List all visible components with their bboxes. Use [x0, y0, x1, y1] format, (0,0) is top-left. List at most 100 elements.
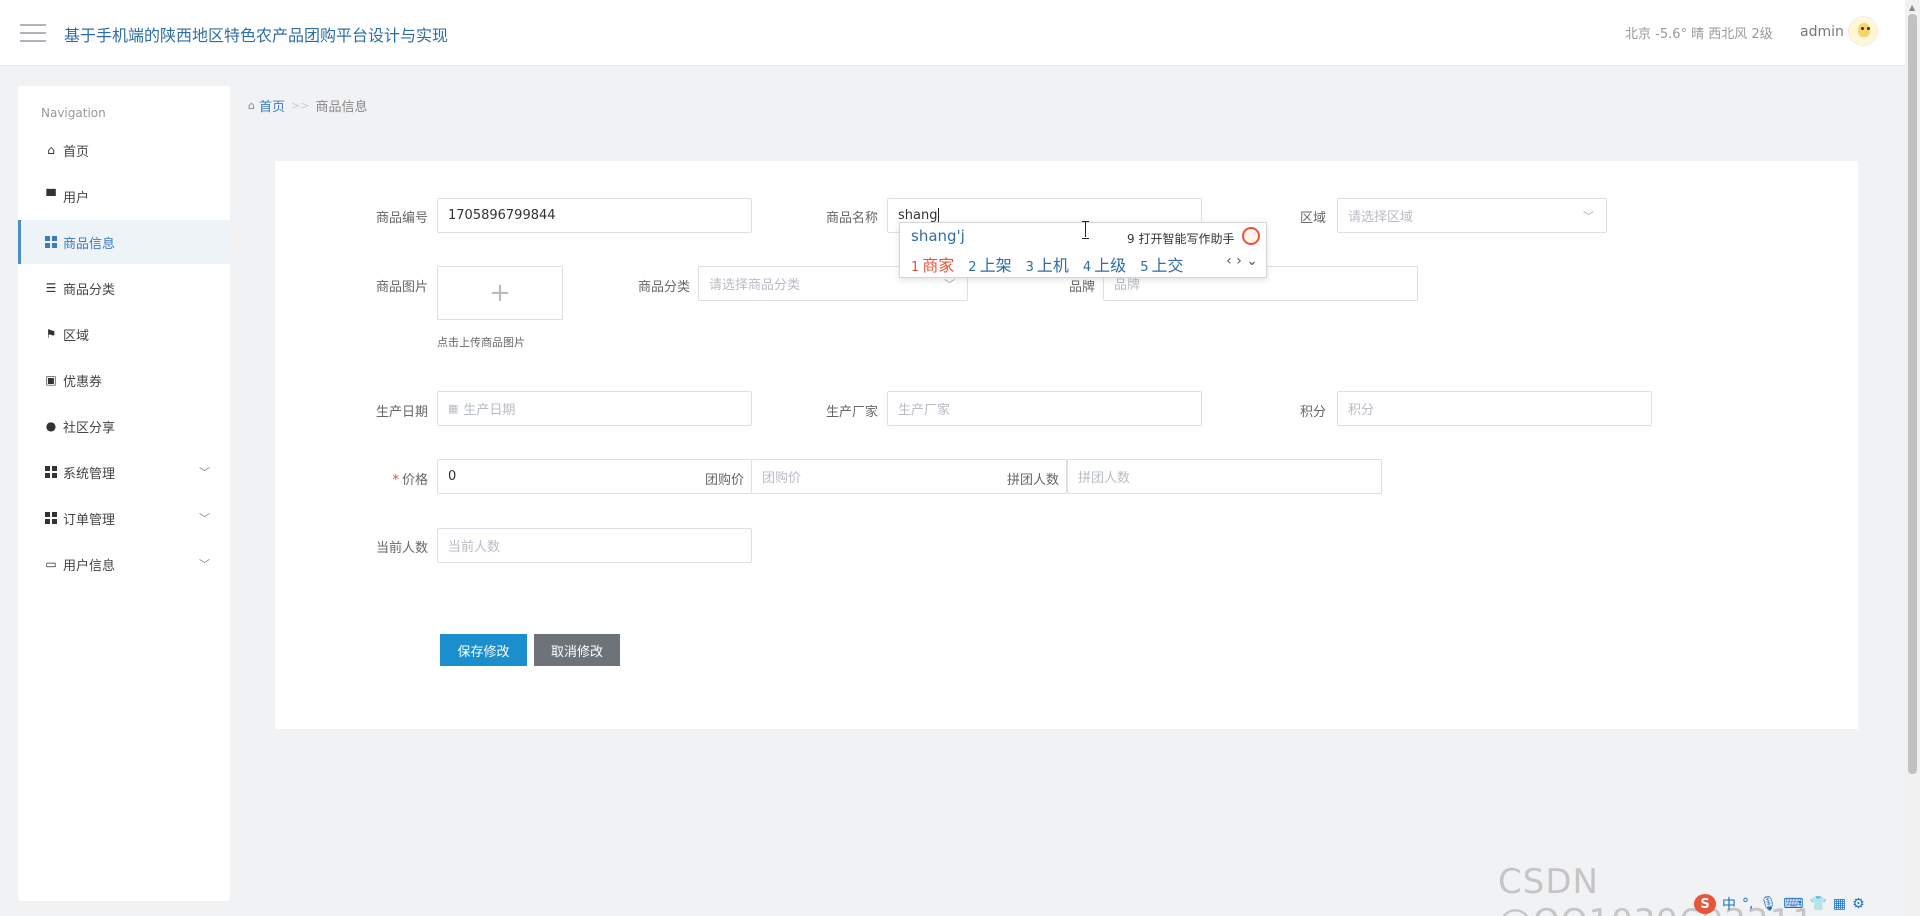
top-header: 基于手机端的陕西地区特色农产品团购平台设计与实现 北京 -5.6° 晴 西北风 … — [0, 0, 1905, 66]
scrollbar-thumb[interactable] — [1908, 14, 1917, 774]
required-mark: * — [392, 473, 399, 488]
breadcrumb-home[interactable]: 首页 — [259, 96, 285, 115]
brand-label: 品牌 — [1068, 280, 1095, 295]
ime-mode-indicator[interactable]: 中 — [1722, 894, 1736, 914]
ime-candidate[interactable]: 4 上级 — [1083, 252, 1126, 276]
sidebar-item-coupons[interactable]: ▣ 优惠券 — [18, 358, 230, 402]
calendar-icon: ▦ — [448, 402, 459, 415]
production-date-label: 生产日期 — [375, 405, 428, 420]
group-size-input[interactable]: 拼团人数 — [1067, 459, 1382, 494]
ime-candidate[interactable]: 1 商家 — [911, 252, 954, 276]
ime-assist-link[interactable]: 9 打开智能写作助手 — [1127, 230, 1234, 247]
text-cursor-icon — [1082, 221, 1090, 239]
location-icon: ● — [45, 419, 57, 433]
ime-candidate[interactable]: 3 上机 — [1026, 252, 1069, 276]
sidebar-item-label: 优惠券 — [63, 374, 103, 390]
group-size-label: 拼团人数 — [1006, 473, 1059, 488]
text-caret — [938, 208, 940, 223]
sidebar-item-label: 订单管理 — [63, 512, 116, 528]
grid-icon — [44, 235, 58, 249]
sidebar-item-community[interactable]: ● 社区分享 — [18, 404, 230, 448]
region-label: 区域 — [1299, 211, 1326, 226]
user-icon: ▀ — [46, 189, 56, 203]
production-date-picker[interactable]: ▦ 生产日期 — [437, 391, 752, 426]
grid-icon[interactable]: ▦ — [1833, 896, 1846, 912]
sidebar-item-users[interactable]: ▀ 用户 — [18, 174, 230, 218]
home-icon: ⌂ — [248, 99, 255, 112]
sidebar-item-userinfo[interactable]: ▭ 用户信息 ﹀ — [18, 542, 230, 586]
scroll-up-icon[interactable]: ▲ — [1909, 3, 1915, 12]
points-input[interactable]: 积分 — [1337, 391, 1652, 426]
current-count-label: 当前人数 — [375, 541, 428, 556]
product-code-label: 商品编号 — [375, 211, 428, 226]
save-button[interactable]: 保存修改 — [440, 634, 527, 666]
group-price-label: 团购价 — [704, 473, 744, 488]
region-select[interactable]: 请选择区域 ﹀ — [1337, 198, 1607, 233]
plus-icon: + — [489, 278, 511, 308]
keyboard-icon[interactable]: ⌨ — [1783, 896, 1803, 912]
price-label-text: 价格 — [401, 473, 428, 488]
ime-next-page-icon[interactable]: ‹ › ⌄ — [1226, 253, 1258, 269]
sidebar-item-label: 区域 — [63, 328, 90, 344]
settings-icon[interactable]: ⚙ — [1852, 896, 1865, 912]
image-upload-button[interactable]: + — [437, 266, 563, 320]
manufacturer-input[interactable]: 生产厂家 — [887, 391, 1202, 426]
sidebar-item-label: 社区分享 — [63, 420, 116, 436]
ime-toolbar: S 中 °, 🎙 ⌨ 👕 ▦ ⚙ — [1694, 894, 1871, 914]
product-image-label: 商品图片 — [375, 280, 428, 295]
sogou-logo-icon[interactable]: S — [1694, 894, 1716, 914]
page-scrollbar[interactable]: ▲ — [1905, 0, 1920, 916]
ime-candidate[interactable]: 2 上架 — [968, 252, 1011, 276]
sidebar-item-home[interactable]: ⌂ 首页 — [18, 128, 230, 172]
product-name-value: shang — [898, 208, 938, 223]
category-placeholder: 请选择商品分类 — [709, 278, 801, 293]
category-label: 商品分类 — [637, 280, 690, 295]
price-value: 0 — [448, 469, 457, 484]
sidebar-item-categories[interactable]: ☰ 商品分类 — [18, 266, 230, 310]
list-icon: ☰ — [45, 281, 57, 295]
weather-info: 北京 -5.6° 晴 西北风 2级 — [1625, 27, 1773, 42]
breadcrumb: ⌂ 首页 >> 商品信息 — [248, 96, 367, 115]
sidebar-item-label: 用户信息 — [63, 558, 116, 574]
production-date-placeholder: 生产日期 — [463, 403, 516, 418]
sidebar: Navigation ⌂ 首页 ▀ 用户 商品信息 ☰ 商品分类 ⚑ 区域 ▣ … — [18, 86, 230, 901]
product-name-label: 商品名称 — [825, 211, 878, 226]
punctuation-icon[interactable]: °, — [1742, 896, 1753, 912]
ime-candidate[interactable]: 5 上交 — [1140, 252, 1183, 276]
sidebar-item-label: 商品分类 — [63, 282, 116, 298]
ime-composition: shang'j — [911, 227, 965, 245]
chevron-down-icon: ﹀ — [1583, 210, 1594, 223]
chevron-down-icon: ﹀ — [199, 466, 210, 479]
chevron-down-icon: ﹀ — [199, 512, 210, 525]
grid-icon — [44, 465, 58, 479]
card-icon: ▭ — [45, 557, 57, 571]
product-code-input[interactable]: 1705896799844 — [437, 198, 752, 233]
sidebar-item-label: 商品信息 — [63, 236, 116, 252]
sidebar-item-products[interactable]: 商品信息 — [18, 220, 230, 264]
sidebar-item-region[interactable]: ⚑ 区域 — [18, 312, 230, 356]
manufacturer-label: 生产厂家 — [825, 405, 878, 420]
microphone-icon[interactable]: 🎙 — [1759, 896, 1777, 912]
sidebar-item-orders[interactable]: 订单管理 ﹀ — [18, 496, 230, 540]
upload-hint: 点击上传商品图片 — [437, 336, 525, 349]
app-title: 基于手机端的陕西地区特色农产品团购平台设计与实现 — [64, 26, 449, 45]
menu-toggle-icon[interactable] — [20, 22, 46, 44]
sidebar-item-label: 首页 — [63, 144, 90, 160]
grid-icon — [44, 511, 58, 525]
current-count-input[interactable]: 当前人数 — [437, 528, 752, 563]
nav-caption: Navigation — [41, 106, 106, 120]
breadcrumb-current: 商品信息 — [315, 100, 368, 115]
sidebar-item-system[interactable]: 系统管理 ﹀ — [18, 450, 230, 494]
breadcrumb-separator: >> — [291, 99, 310, 112]
skin-icon[interactable]: 👕 — [1809, 896, 1826, 912]
cancel-button[interactable]: 取消修改 — [534, 634, 620, 666]
avatar[interactable] — [1848, 16, 1878, 46]
assistant-icon[interactable] — [1242, 227, 1260, 245]
home-icon: ⌂ — [47, 143, 55, 157]
flag-icon: ⚑ — [45, 327, 57, 341]
chevron-down-icon: ﹀ — [944, 278, 955, 291]
sidebar-item-label: 用户 — [63, 190, 90, 206]
clipboard-icon: ▣ — [45, 373, 57, 387]
ime-candidates: 1 商家 2 上架 3 上机 4 上级 5 上交 — [911, 252, 1197, 276]
username[interactable]: admin — [1800, 24, 1844, 40]
